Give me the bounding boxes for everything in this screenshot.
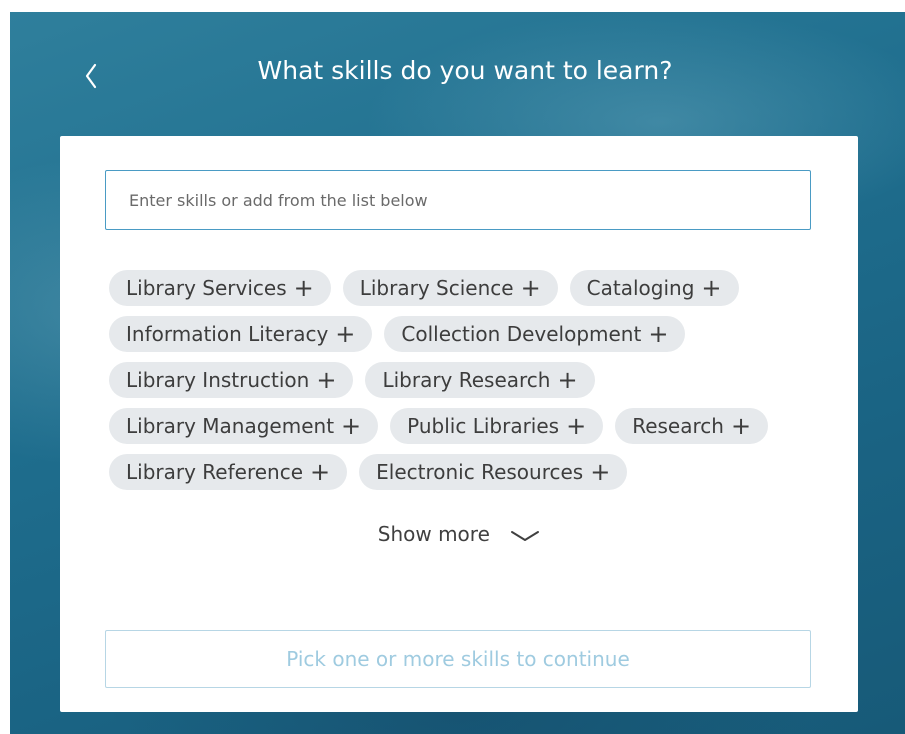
skill-chip[interactable]: Research +: [615, 408, 769, 444]
back-button[interactable]: [78, 56, 106, 96]
skill-chip-label: Research: [632, 414, 724, 438]
skills-card: Library Services+Library Science+Catalog…: [60, 136, 858, 712]
plus-icon: +: [310, 458, 331, 486]
skill-suggestions: Library Services + Library Science + Catalog…: [109, 270, 809, 500]
plus-icon: +: [590, 458, 611, 486]
page: What skills do you want to learn? Librar…: [0, 0, 905, 734]
skill-chip-label: Electronic Resources: [376, 460, 584, 484]
skill-chip[interactable]: Electronic Resources +: [359, 454, 628, 490]
plus-icon: +: [520, 274, 541, 302]
plus-icon: +: [730, 412, 752, 440]
skill-chip-label: Library Reference: [126, 460, 304, 484]
skill-chip-label: Collection Development: [401, 322, 642, 346]
skill-chip[interactable]: Library Reference +: [109, 454, 348, 490]
show-more-label: Show more: [377, 522, 490, 546]
plus-icon: +: [293, 274, 314, 302]
page-title: What skills do you want to learn?: [257, 56, 673, 85]
plus-icon: +: [341, 412, 362, 440]
skill-chip[interactable]: Library Research +: [365, 362, 595, 398]
skill-chip-label: Library Management: [126, 414, 335, 438]
plus-icon: +: [566, 412, 587, 440]
skill-chip-label: Library Instruction: [126, 368, 310, 392]
skill-chip-label: Information Literacy: [126, 322, 329, 346]
plus-icon: +: [335, 320, 356, 348]
skill-row: Information Literacy + Collection Developm…: [109, 316, 809, 352]
skill-chip[interactable]: Information Literacy +: [109, 316, 373, 352]
skill-row: Library Instruction + Library Research +: [109, 362, 809, 398]
plus-icon: +: [648, 320, 669, 348]
skill-chip[interactable]: Library Services +: [109, 270, 331, 306]
continue-button[interactable]: Pick one or more skills to continue: [105, 630, 811, 688]
skill-chip[interactable]: Cataloging +: [569, 270, 739, 306]
skill-row: Library Services + Library Science + Catalog…: [109, 270, 809, 306]
plus-icon: +: [316, 366, 337, 394]
skill-chip[interactable]: Public Libraries +: [390, 408, 604, 444]
skill-chip[interactable]: Library Science +: [342, 270, 558, 306]
skill-row: Library Management + Public Libraries + Rese…: [109, 408, 809, 444]
skill-row: Library Reference + Electronic Resources +: [109, 454, 809, 490]
skills-search-input[interactable]: [105, 170, 811, 230]
skill-chip-label: Library Research: [382, 368, 551, 392]
skill-chip-label: Cataloging: [586, 276, 695, 300]
skill-chip-label: Library Science: [359, 276, 514, 300]
plus-icon: +: [701, 274, 722, 302]
skill-chip[interactable]: Collection Development +: [384, 316, 686, 352]
skill-chip[interactable]: Library Instruction +: [109, 362, 354, 398]
plus-icon: +: [557, 366, 578, 394]
show-more-button[interactable]: Show more: [60, 522, 858, 546]
skill-chip[interactable]: Library Management +: [109, 408, 379, 444]
skill-chip-label: Library Services: [126, 276, 287, 300]
chevron-left-icon: [85, 63, 97, 89]
skill-chip-label: Public Libraries: [407, 414, 560, 438]
chevron-down-icon: [511, 530, 540, 541]
